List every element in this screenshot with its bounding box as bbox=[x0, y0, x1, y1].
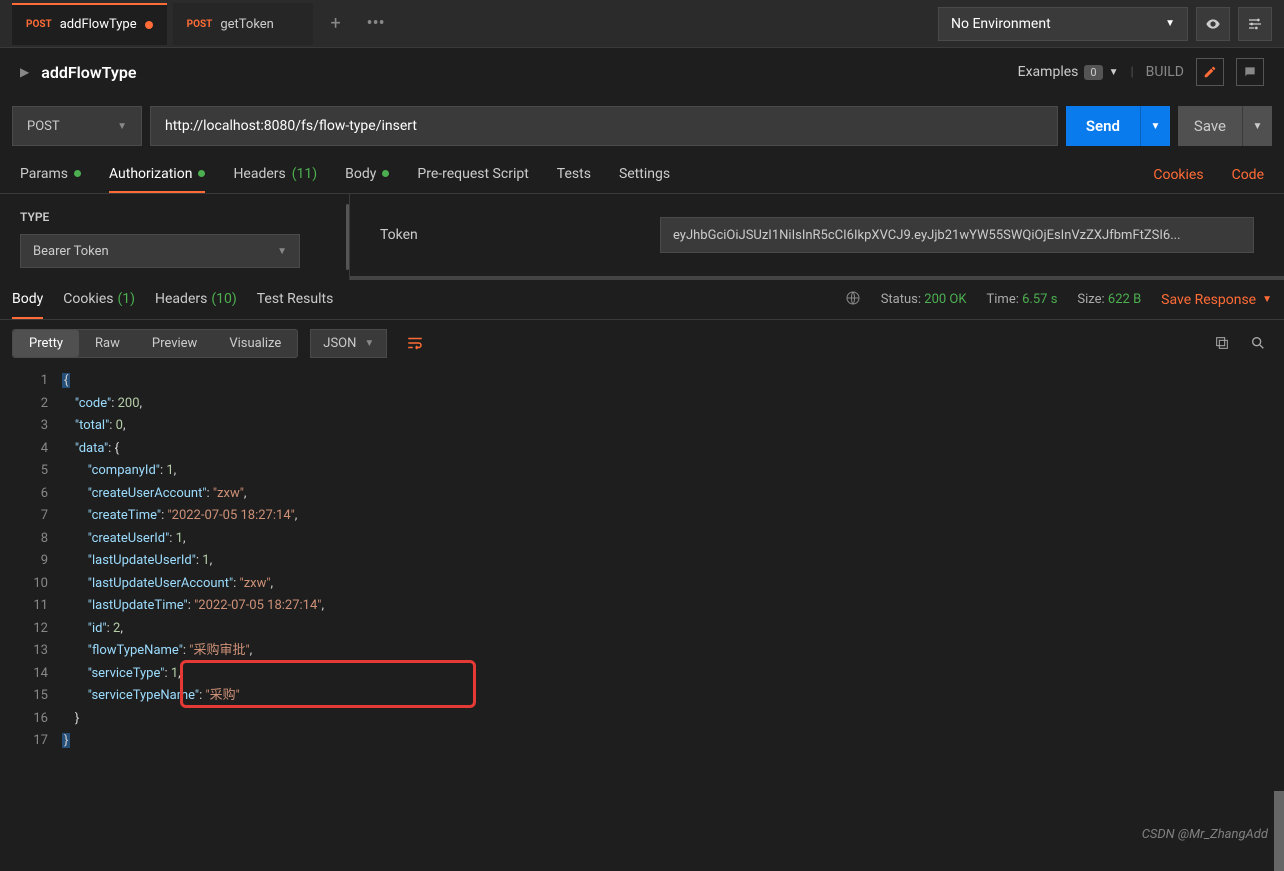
environment-label: No Environment bbox=[951, 16, 1051, 32]
view-pretty[interactable]: Pretty bbox=[13, 330, 79, 357]
top-bar: POST addFlowType POST getToken + ••• No … bbox=[0, 0, 1284, 48]
send-button[interactable]: Send ▼ bbox=[1066, 106, 1170, 146]
resp-tab-cookies[interactable]: Cookies (1) bbox=[63, 280, 135, 319]
response-body[interactable]: 1234567891011121314151617 { "code": 200,… bbox=[0, 366, 1284, 773]
tab-settings[interactable]: Settings bbox=[619, 156, 670, 193]
code-link[interactable]: Code bbox=[1232, 167, 1264, 183]
response-tabs: Body Cookies (1) Headers (10) Test Resul… bbox=[0, 280, 1284, 320]
sliders-icon bbox=[1247, 16, 1263, 32]
caret-down-icon: ▼ bbox=[117, 121, 127, 132]
caret-down-icon: ▼ bbox=[364, 338, 374, 349]
size-info: Size: 622 B bbox=[1077, 292, 1141, 307]
copy-icon bbox=[1214, 335, 1230, 351]
request-header: ▶ addFlowType Examples 0 ▼ | BUILD bbox=[0, 48, 1284, 96]
auth-type-panel: TYPE Bearer Token ▼ bbox=[0, 194, 350, 280]
tab-authorization[interactable]: Authorization bbox=[109, 156, 205, 193]
view-preview[interactable]: Preview bbox=[136, 330, 213, 357]
env-quicklook-button[interactable] bbox=[1196, 7, 1230, 41]
tab-prerequest[interactable]: Pre-request Script bbox=[417, 156, 528, 193]
auth-panel: TYPE Bearer Token ▼ Token bbox=[0, 194, 1284, 280]
tab-gettoken[interactable]: POST getToken bbox=[173, 3, 313, 45]
cookies-link[interactable]: Cookies bbox=[1153, 167, 1203, 183]
resp-tab-testresults[interactable]: Test Results bbox=[257, 280, 334, 319]
new-tab-button[interactable]: + bbox=[319, 7, 353, 41]
request-tabs: Params Authorization Headers(11) Body Pr… bbox=[0, 156, 1284, 194]
resp-tab-headers[interactable]: Headers (10) bbox=[155, 280, 237, 319]
watermark: CSDN @Mr_ZhangAdd bbox=[1142, 827, 1268, 842]
url-bar: POST ▼ Send ▼ Save ▼ bbox=[0, 96, 1284, 156]
network-icon[interactable] bbox=[845, 290, 861, 310]
format-select[interactable]: JSON ▼ bbox=[310, 329, 387, 358]
tab-tests[interactable]: Tests bbox=[557, 156, 591, 193]
tab-body[interactable]: Body bbox=[345, 156, 389, 193]
line-gutter: 1234567891011121314151617 bbox=[0, 370, 62, 753]
search-icon bbox=[1250, 335, 1266, 351]
expand-toggle[interactable]: ▶ bbox=[20, 65, 29, 79]
view-visualize[interactable]: Visualize bbox=[213, 330, 297, 357]
method-select[interactable]: POST ▼ bbox=[12, 106, 142, 146]
tab-headers[interactable]: Headers(11) bbox=[233, 156, 317, 193]
settings-button[interactable] bbox=[1238, 7, 1272, 41]
url-input[interactable] bbox=[150, 106, 1058, 146]
auth-type-label: TYPE bbox=[20, 210, 329, 224]
view-raw[interactable]: Raw bbox=[79, 330, 136, 357]
wrap-lines-button[interactable] bbox=[399, 328, 431, 358]
resp-tab-body[interactable]: Body bbox=[12, 280, 43, 319]
tabs-area: POST addFlowType POST getToken + ••• bbox=[12, 0, 930, 48]
examples-count: 0 bbox=[1084, 65, 1102, 80]
tab-params[interactable]: Params bbox=[20, 156, 81, 193]
scrollbar[interactable] bbox=[1274, 791, 1284, 871]
active-dot-icon bbox=[382, 170, 389, 177]
edit-button[interactable] bbox=[1196, 58, 1224, 86]
tab-label: addFlowType bbox=[60, 17, 137, 32]
view-bar: Pretty Raw Preview Visualize JSON ▼ bbox=[0, 320, 1284, 366]
search-button[interactable] bbox=[1244, 329, 1272, 357]
caret-down-icon: ▼ bbox=[1165, 18, 1175, 29]
method-value: POST bbox=[27, 119, 60, 134]
save-button[interactable]: Save ▼ bbox=[1178, 106, 1272, 146]
code-content: { "code": 200, "total": 0, "data": { "co… bbox=[62, 370, 1284, 753]
active-dot-icon bbox=[74, 170, 81, 177]
auth-token-panel: Token bbox=[350, 194, 1284, 280]
view-mode-tabs: Pretty Raw Preview Visualize bbox=[12, 329, 298, 358]
auth-type-select[interactable]: Bearer Token ▼ bbox=[20, 234, 300, 268]
tab-method: POST bbox=[26, 19, 52, 30]
build-label: BUILD bbox=[1146, 64, 1184, 80]
caret-down-icon: ▼ bbox=[1109, 67, 1119, 78]
caret-down-icon: ▼ bbox=[277, 246, 287, 257]
environment-select[interactable]: No Environment ▼ bbox=[938, 7, 1188, 41]
copy-button[interactable] bbox=[1208, 329, 1236, 357]
tab-label: getToken bbox=[220, 17, 274, 32]
token-input[interactable] bbox=[660, 217, 1254, 253]
tab-method: POST bbox=[187, 19, 213, 30]
token-label: Token bbox=[380, 227, 620, 243]
status-info: Status: 200 OK bbox=[881, 292, 967, 307]
active-dot-icon bbox=[198, 170, 205, 177]
tab-addflowtype[interactable]: POST addFlowType bbox=[12, 3, 167, 45]
save-response-button[interactable]: Save Response ▼ bbox=[1161, 292, 1272, 308]
dirty-dot-icon bbox=[145, 21, 153, 29]
comment-button[interactable] bbox=[1236, 58, 1264, 86]
request-name: addFlowType bbox=[41, 63, 136, 82]
send-split[interactable]: ▼ bbox=[1140, 106, 1170, 146]
wrap-icon bbox=[406, 334, 424, 352]
examples-dropdown[interactable]: Examples 0 ▼ bbox=[1018, 64, 1119, 80]
tab-more-button[interactable]: ••• bbox=[359, 7, 393, 41]
save-split[interactable]: ▼ bbox=[1242, 106, 1272, 146]
eye-icon bbox=[1205, 16, 1221, 32]
time-info: Time: 6.57 s bbox=[987, 292, 1058, 307]
